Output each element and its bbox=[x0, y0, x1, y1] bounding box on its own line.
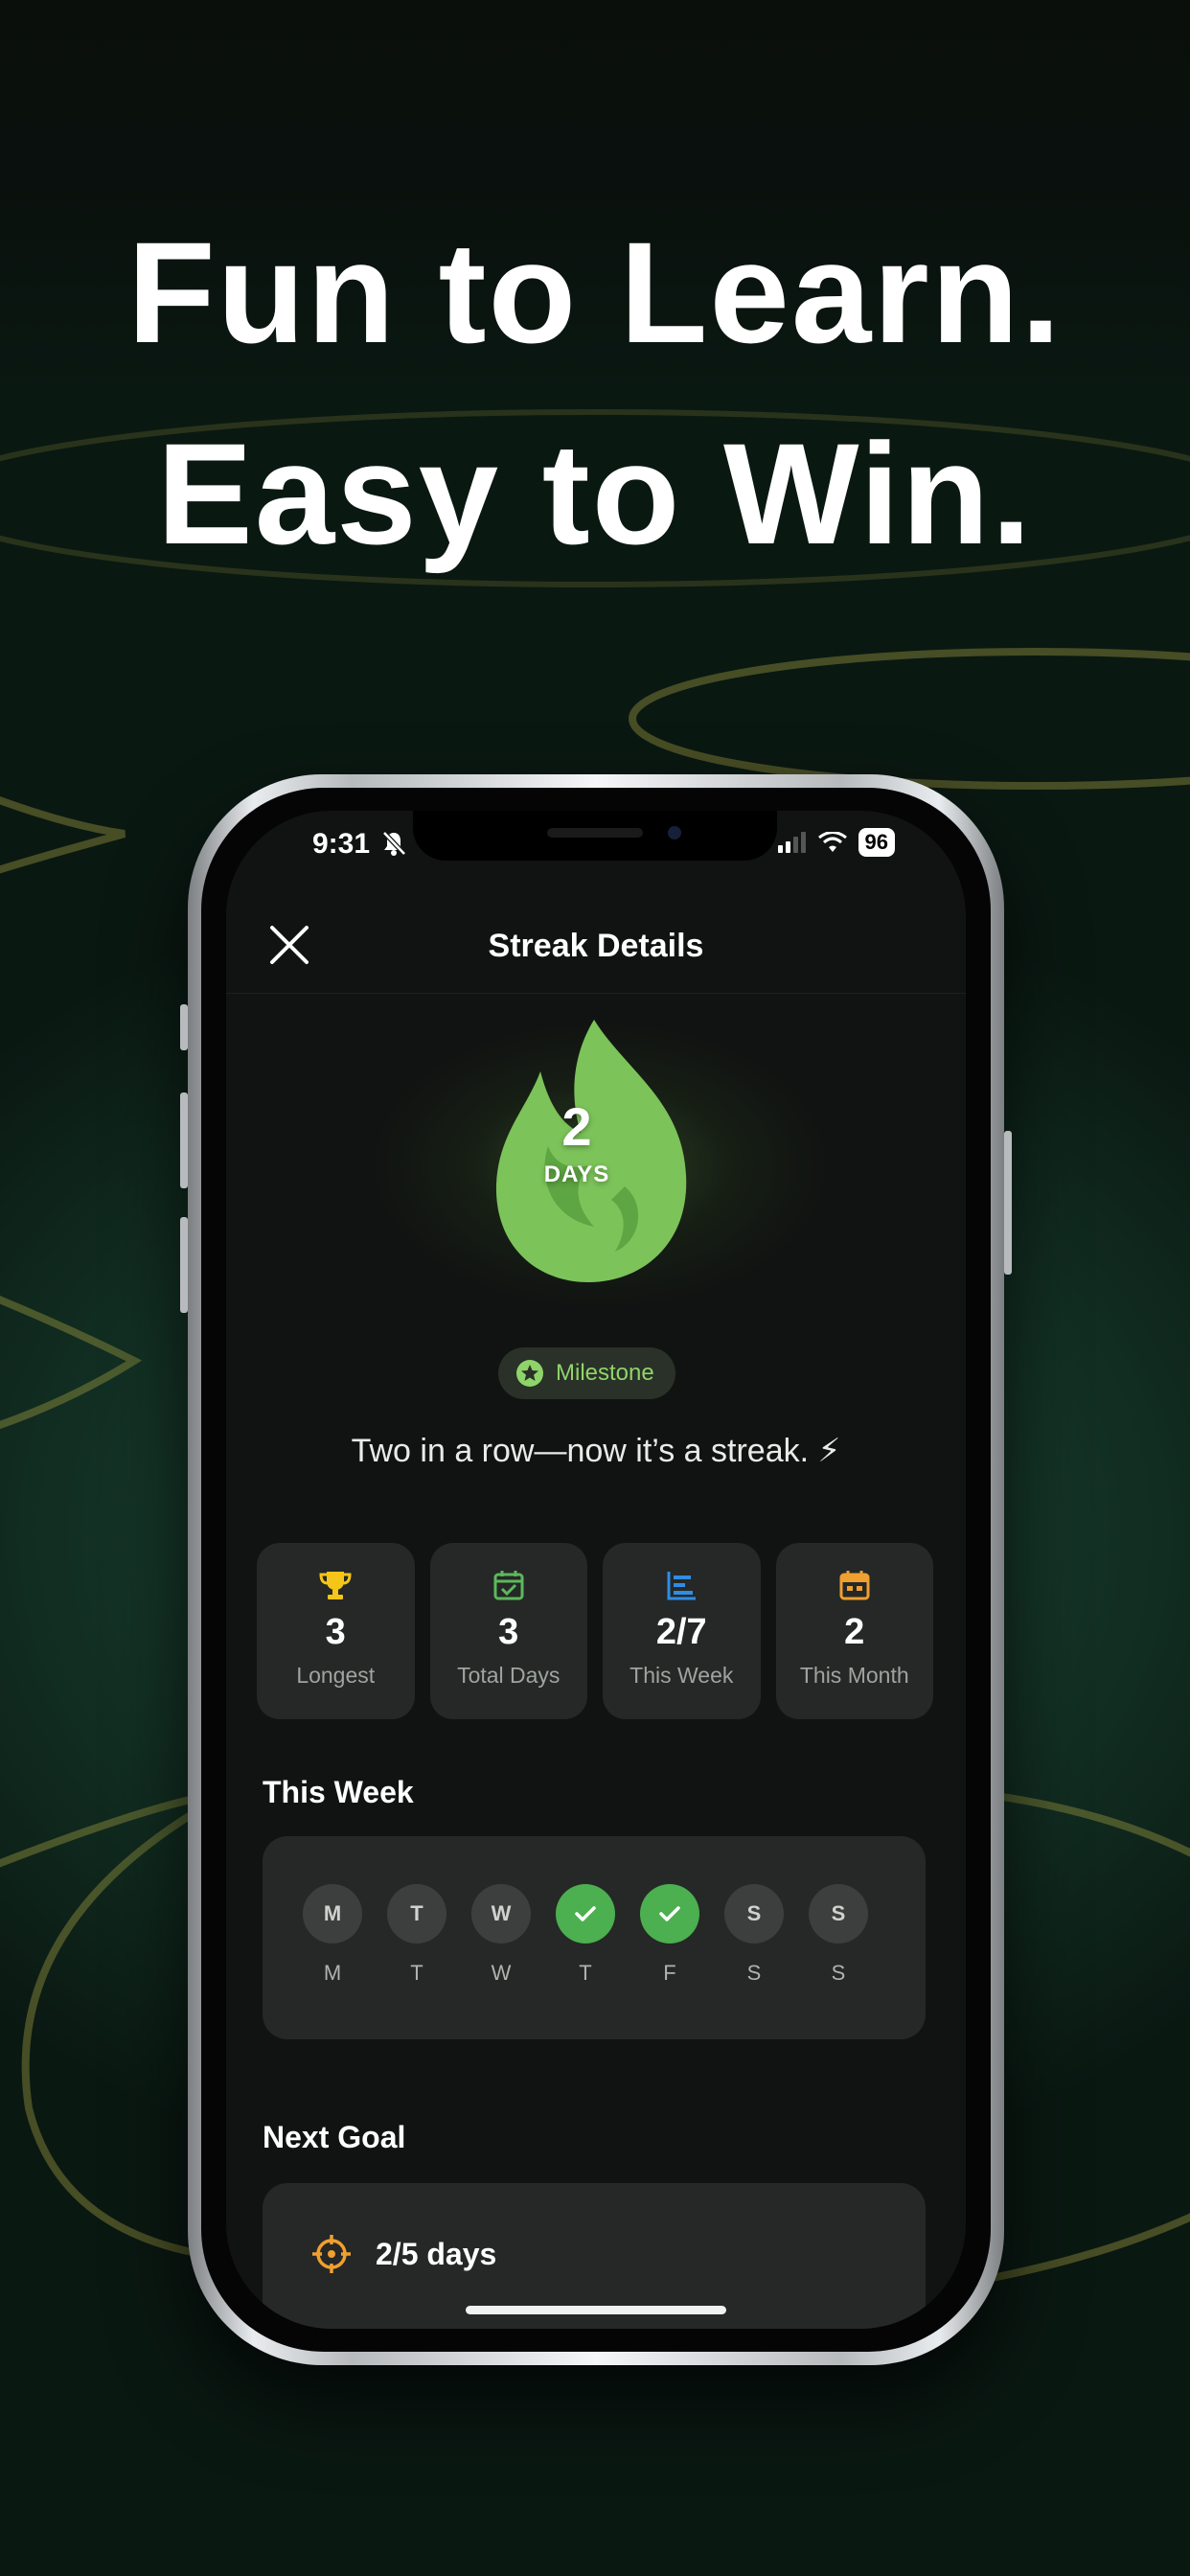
wifi-icon bbox=[817, 832, 847, 852]
streak-message: Two in a row—now it’s a streak. ⚡ bbox=[351, 1433, 841, 1469]
day-circle: T bbox=[387, 1884, 446, 1944]
status-indicators: 96 bbox=[777, 828, 895, 857]
day-label: S bbox=[831, 1961, 846, 1985]
day-friday: F bbox=[640, 1884, 699, 1986]
star-badge-icon bbox=[516, 1360, 543, 1387]
day-thursday: T bbox=[556, 1884, 615, 1986]
target-icon bbox=[312, 2235, 351, 2273]
stat-card-longest: 3 Longest bbox=[257, 1543, 415, 1719]
day-label: M bbox=[323, 1961, 342, 1985]
day-circle-done bbox=[556, 1884, 615, 1944]
stat-label: This Month bbox=[799, 1663, 909, 1688]
stat-card-total-days: 3 Total Days bbox=[429, 1543, 587, 1719]
day-saturday: S S bbox=[724, 1884, 784, 1986]
stat-card-this-month: 2 This Month bbox=[775, 1543, 933, 1719]
day-circle: S bbox=[724, 1884, 784, 1944]
chart-icon bbox=[667, 1572, 697, 1600]
day-circle: W bbox=[471, 1884, 531, 1944]
week-days: M M T T W W T F S S S S bbox=[303, 1884, 868, 1986]
mute-switch bbox=[180, 1004, 188, 1050]
stat-card-this-week: 2/7 This Week bbox=[603, 1543, 761, 1719]
day-tuesday: T T bbox=[387, 1884, 446, 1986]
headline-line-1: Fun to Learn. bbox=[127, 212, 1063, 373]
nav-bar: Streak Details bbox=[226, 897, 966, 994]
day-label: T bbox=[410, 1961, 423, 1985]
stat-value: 3 bbox=[325, 1612, 346, 1652]
volume-down-button bbox=[180, 1217, 188, 1313]
goal-progress: 2/5 days bbox=[376, 2237, 497, 2271]
silent-icon bbox=[381, 830, 406, 862]
volume-up-button bbox=[180, 1092, 188, 1188]
notch bbox=[413, 811, 777, 861]
promo-headline: Fun to Learn. Easy to Win. bbox=[0, 192, 1190, 594]
day-label: W bbox=[491, 1961, 512, 1985]
checkmark-icon bbox=[659, 1906, 680, 1921]
next-goal-title: Next Goal bbox=[263, 2120, 406, 2154]
stat-value: 2/7 bbox=[655, 1612, 707, 1652]
stat-value: 2 bbox=[844, 1612, 865, 1652]
day-sunday: S S bbox=[809, 1884, 868, 1986]
power-button bbox=[1004, 1131, 1012, 1275]
stat-label: Longest bbox=[296, 1663, 376, 1688]
stat-value: 3 bbox=[498, 1612, 519, 1652]
stat-label: Total Days bbox=[457, 1663, 561, 1688]
day-circle: S bbox=[809, 1884, 868, 1944]
day-monday: M M bbox=[303, 1884, 362, 1986]
this-week-title: This Week bbox=[263, 1775, 414, 1809]
day-circle-done bbox=[640, 1884, 699, 1944]
signal-icon bbox=[777, 832, 806, 853]
headline-line-2: Easy to Win. bbox=[156, 413, 1034, 574]
app-screen: 9:31 96 Streak Details 2 DAYS Milestone … bbox=[226, 811, 966, 2329]
day-label: S bbox=[746, 1961, 762, 1985]
streak-unit: DAYS bbox=[543, 1162, 610, 1187]
trophy-icon bbox=[319, 1572, 352, 1599]
day-label: T bbox=[579, 1961, 592, 1985]
day-circle: M bbox=[303, 1884, 362, 1944]
stat-label: This Week bbox=[629, 1663, 734, 1688]
calendar-icon bbox=[839, 1571, 870, 1600]
status-time: 9:31 bbox=[312, 828, 371, 860]
home-indicator[interactable] bbox=[466, 2306, 726, 2314]
milestone-badge: Milestone bbox=[498, 1347, 675, 1399]
milestone-label: Milestone bbox=[556, 1360, 654, 1386]
calendar-check-icon bbox=[493, 1571, 524, 1600]
week-card: M M T T W W T F S S S S bbox=[263, 1836, 926, 2039]
stats-row: 3 Longest 3 Total Days 2/7 This Week 2 T… bbox=[257, 1543, 933, 1719]
day-wednesday: W W bbox=[471, 1884, 531, 1986]
battery-indicator: 96 bbox=[858, 828, 895, 857]
checkmark-icon bbox=[575, 1906, 596, 1921]
page-title: Streak Details bbox=[488, 928, 704, 964]
day-label: F bbox=[663, 1961, 676, 1985]
streak-count: 2 bbox=[561, 1096, 592, 1157]
